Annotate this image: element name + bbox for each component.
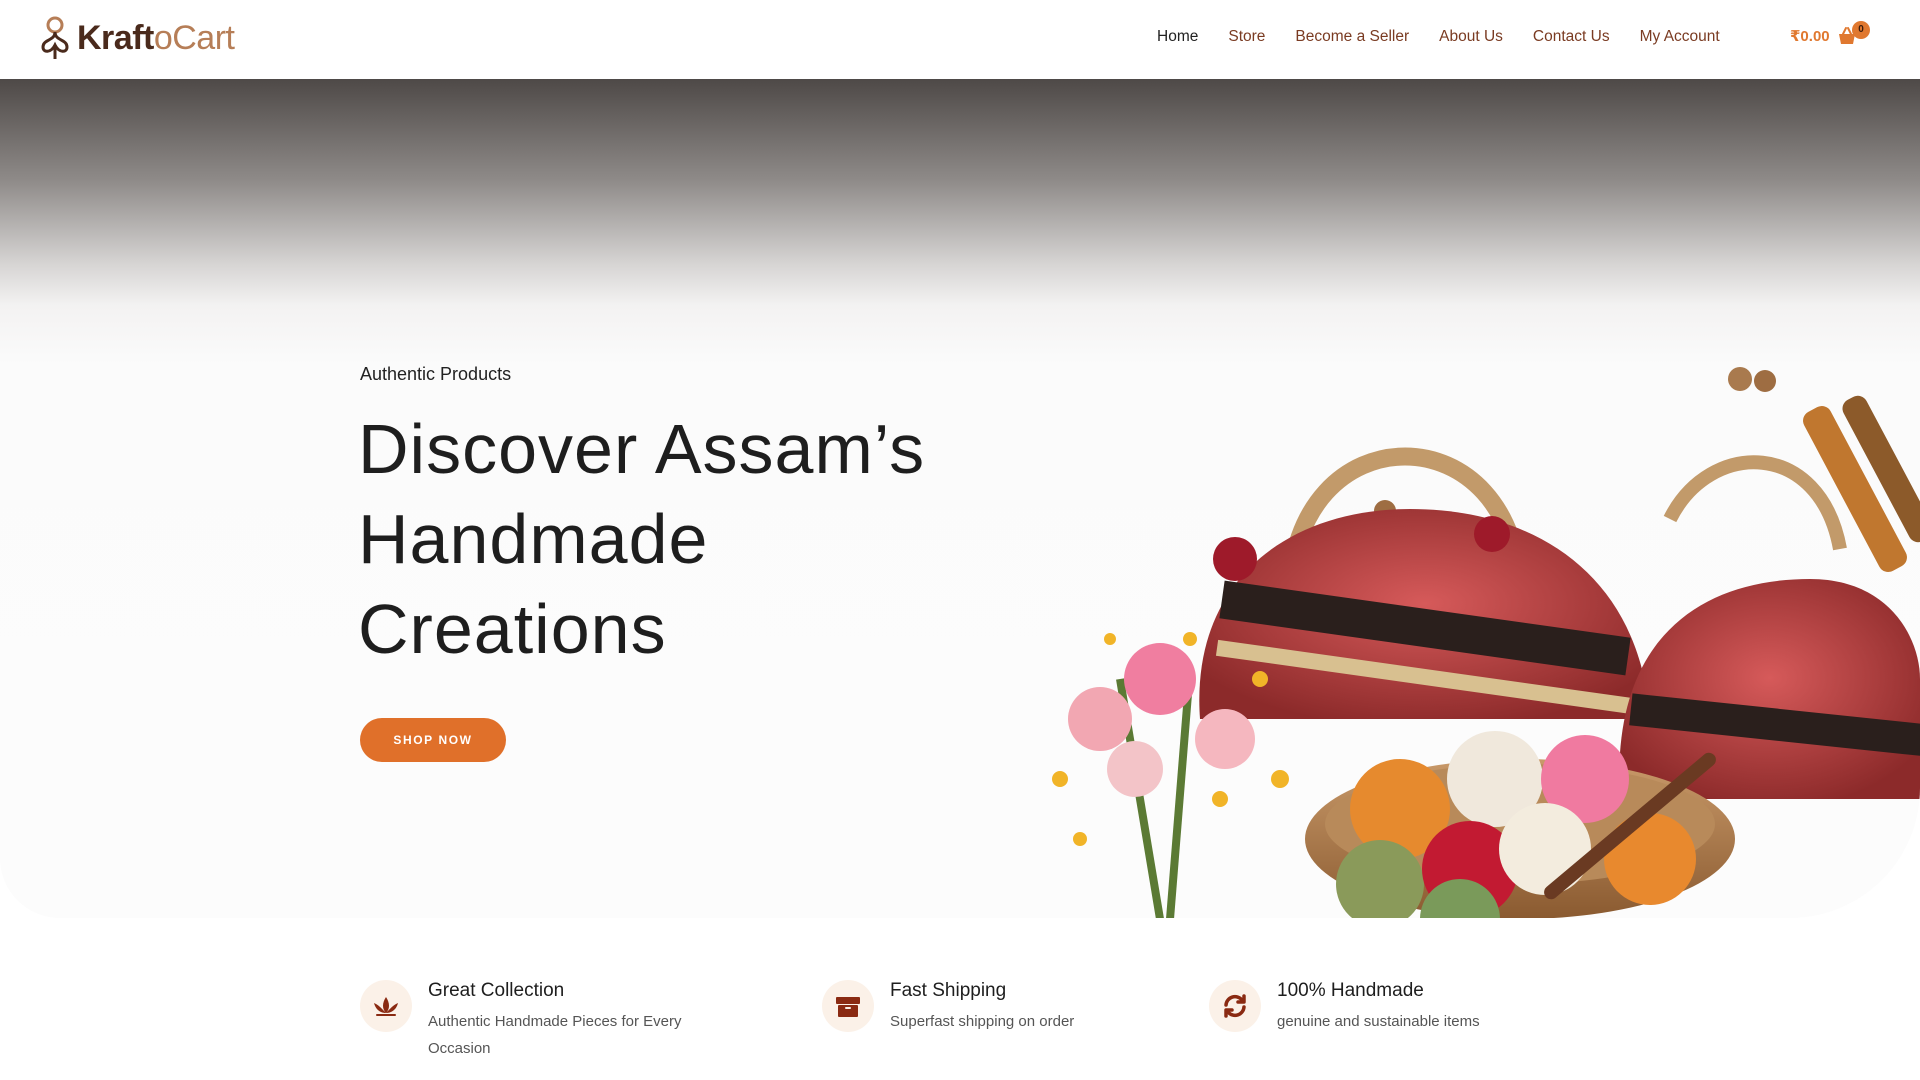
kraftocart-logo-icon: [41, 16, 69, 59]
feature-icon-wrap: [1209, 980, 1261, 1032]
brand-name-part2: oCart: [153, 19, 235, 57]
site-header: KraftoCart Home Store Become a Seller Ab…: [0, 0, 1920, 79]
lotus-icon: [374, 997, 398, 1016]
hero-title-line: Discover Assam’s: [358, 410, 926, 488]
feature-icon-wrap: [822, 980, 874, 1032]
nav-store[interactable]: Store: [1228, 28, 1265, 46]
feature-great-collection: Great Collection Authentic Handmade Piec…: [360, 968, 681, 1062]
feature-handmade: 100% Handmade genuine and sustainable it…: [1209, 968, 1480, 1035]
feature-desc: Authentic Handmade Pieces for Every Occa…: [428, 1008, 681, 1062]
feature-icon-wrap: [360, 980, 412, 1032]
feature-title: Great Collection: [428, 980, 565, 1001]
nav-my-account[interactable]: My Account: [1640, 28, 1720, 46]
nav-become-seller[interactable]: Become a Seller: [1295, 28, 1409, 46]
feature-desc-line: Authentic Handmade Pieces for Every: [428, 1013, 682, 1030]
feature-desc: Superfast shipping on order: [890, 1013, 1075, 1030]
features-row: Great Collection Authentic Handmade Piec…: [0, 968, 1920, 1080]
refresh-icon: [1224, 994, 1246, 1018]
cart-count-badge: 0: [1852, 21, 1870, 39]
nav-contact-us[interactable]: Contact Us: [1533, 28, 1610, 46]
feature-desc: genuine and sustainable items: [1277, 1013, 1480, 1030]
main-nav: Home Store Become a Seller About Us Cont…: [1157, 28, 1750, 46]
hero-title-line: Handmade: [358, 500, 709, 578]
shop-now-button[interactable]: SHOP NOW: [360, 718, 506, 762]
feature-title: Fast Shipping: [890, 980, 1007, 1001]
feature-title: 100% Handmade: [1277, 980, 1424, 1001]
hero-banner: Authentic Products Discover Assam’s Hand…: [0, 79, 1920, 918]
hero-title-line: Creations: [358, 590, 667, 668]
hero-title: Discover Assam’s Handmade Creations: [358, 404, 1058, 674]
hero-handicraft-image: [1052, 367, 1920, 918]
box-icon: [836, 997, 860, 1017]
feature-fast-shipping: Fast Shipping Superfast shipping on orde…: [822, 968, 1074, 1035]
nav-about-us[interactable]: About Us: [1439, 28, 1503, 46]
feature-desc-line: Occasion: [428, 1040, 491, 1057]
brand-name: KraftoCart: [77, 19, 235, 57]
cart-amount: ₹0.00: [1790, 28, 1830, 45]
brand-logo[interactable]: KraftoCart: [37, 14, 235, 62]
cart-link[interactable]: ₹0.00: [1790, 25, 1858, 47]
nav-home[interactable]: Home: [1157, 28, 1198, 46]
hero-eyebrow: Authentic Products: [360, 364, 512, 384]
brand-name-part1: Kraft: [77, 19, 154, 57]
